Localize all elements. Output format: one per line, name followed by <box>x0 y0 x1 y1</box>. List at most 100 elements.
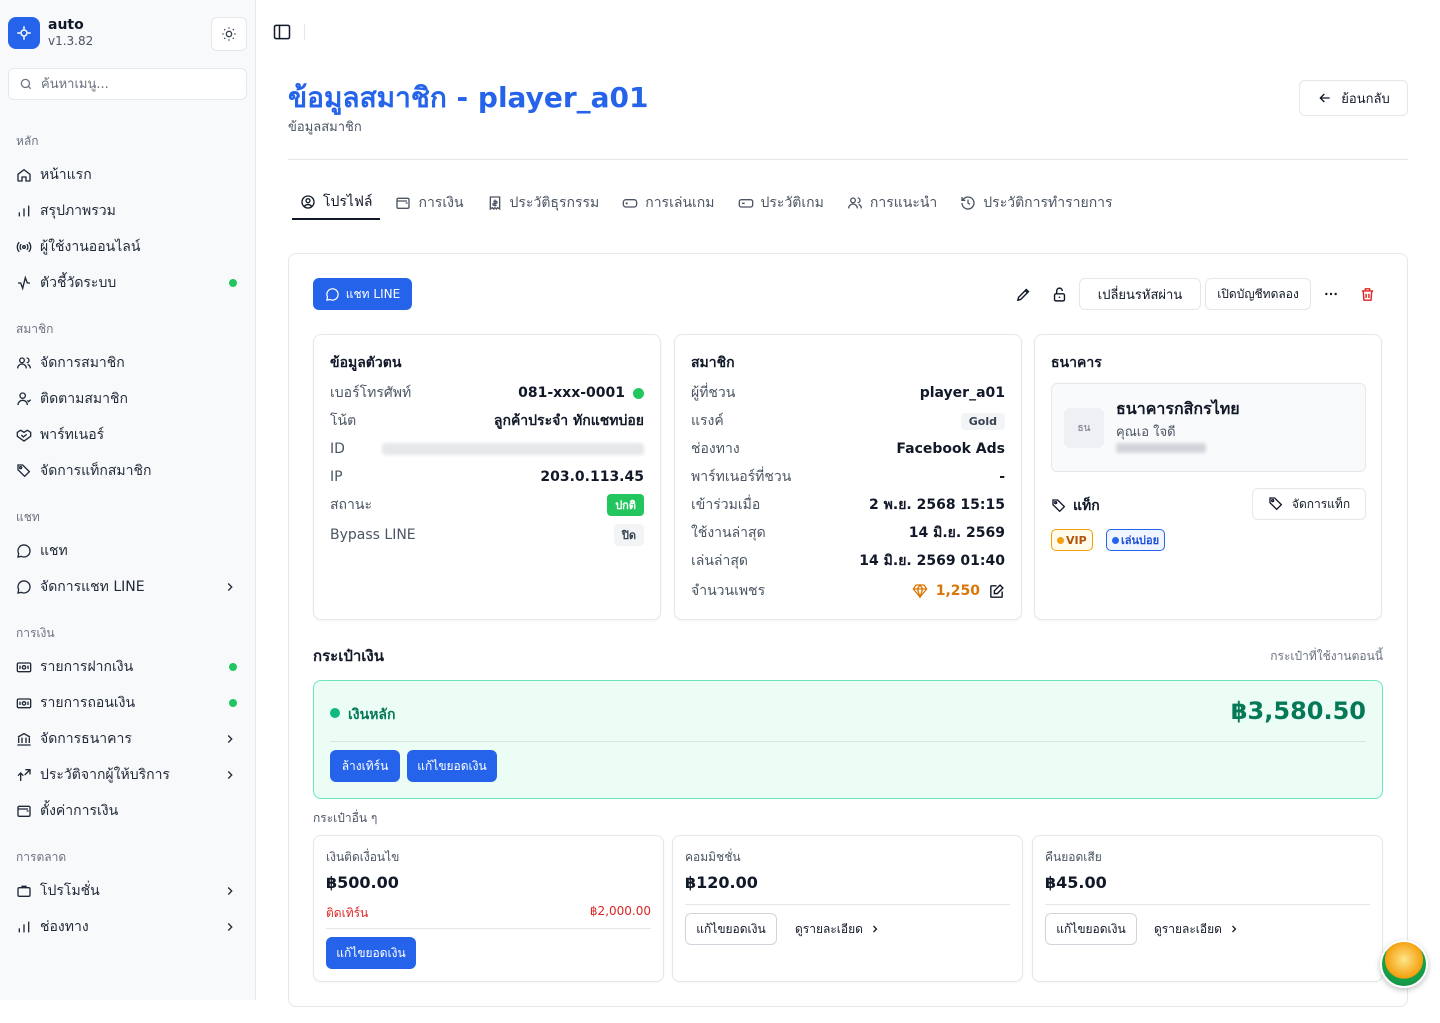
chat-line-label: แชท LINE <box>345 286 401 301</box>
row-key: โน้ต <box>330 413 357 429</box>
online-status-dot <box>633 387 644 399</box>
commission-wallet-amount: ฿120.00 <box>685 873 758 892</box>
sidebar-item-promotions[interactable]: โปรโมชั่น <box>8 875 247 907</box>
cashback-details-link[interactable]: ดูรายละเอียด <box>1154 913 1240 945</box>
sidebar-item-system-metrics[interactable]: ตัวชี้วัดระบบ <box>8 267 247 299</box>
sidebar-item-label: สรุปภาพรวม <box>40 203 116 219</box>
sidebar-toggle-icon[interactable] <box>272 22 292 42</box>
sidebar-item-member-tags[interactable]: จัดการแท็กสมาชิก <box>8 455 247 487</box>
sidebar-item-label: ตัวชี้วัดระบบ <box>40 275 117 291</box>
unlock-icon <box>1051 286 1068 303</box>
channel-value: Facebook Ads <box>896 441 1005 457</box>
tab-gameplay[interactable]: การเล่นเกม <box>614 186 722 220</box>
status-dot <box>229 699 237 707</box>
joined-value: 2 พ.ย. 2568 15:15 <box>869 497 1005 513</box>
tab-activity-history[interactable]: ประวัติการทำรายการ <box>952 186 1120 220</box>
sidebar-item-online-users[interactable]: ผู้ใช้งานออนไลน์ <box>8 231 247 263</box>
sidebar-item-partners[interactable]: พาร์ทเนอร์ <box>8 419 247 451</box>
sidebar-item-line-chat[interactable]: จัดการแชท LINE <box>8 571 247 603</box>
row-key: Bypass LINE <box>330 527 416 543</box>
tag-chip-frequent[interactable]: เล่นบ่อย <box>1106 529 1166 551</box>
referrer-link[interactable]: player_a01 <box>920 385 1005 401</box>
sidebar-item-chat[interactable]: แชท <box>8 535 247 567</box>
clear-turnover-button[interactable]: ล้างเทิร์น <box>330 750 400 782</box>
open-trial-account-button[interactable]: เปิดบัญชีทดลอง <box>1205 278 1311 310</box>
note-value: ลูกค้าประจำ ทักแชทบ่อย <box>493 413 644 429</box>
sun-icon <box>221 26 237 42</box>
change-password-button[interactable]: เปลี่ยนรหัสผ่าน <box>1079 278 1201 310</box>
edit-button[interactable] <box>1011 282 1035 306</box>
tab-transactions[interactable]: ประวัติธุรกรรม <box>479 186 608 220</box>
sidebar-item-label: หน้าแรก <box>40 167 92 183</box>
delete-button[interactable] <box>1355 282 1379 306</box>
support-chat-avatar[interactable] <box>1380 940 1428 988</box>
manage-tags-button[interactable]: จัดการแท็ก <box>1252 488 1366 520</box>
edit-bonus-balance-button[interactable]: แก้ไขยอดเงิน <box>326 937 416 969</box>
identity-row-ip: IP 203.0.113.45 <box>330 466 644 488</box>
row-key: ผู้ที่ชวน <box>691 385 736 401</box>
more-button[interactable] <box>1319 282 1343 306</box>
broadcast-icon <box>16 239 32 255</box>
activity-icon <box>16 275 32 291</box>
edit-main-balance-button[interactable]: แก้ไขยอดเงิน <box>407 750 497 782</box>
chevron-right-icon <box>223 920 237 934</box>
tab-label: การเล่นเกม <box>645 195 715 211</box>
member-row-referrer: ผู้ที่ชวน player_a01 <box>691 382 1005 404</box>
identity-row-id: ID <box>330 438 644 460</box>
brand[interactable]: auto v1.3.82 <box>8 17 93 49</box>
cashback-wallet-amount: ฿45.00 <box>1045 873 1107 892</box>
sidebar-item-label: ประวัติจากผู้ให้บริการ <box>40 767 170 783</box>
identity-title: ข้อมูลตัวตน <box>330 355 402 371</box>
member-row-partner: พาร์ทเนอร์ที่ชวน - <box>691 466 1005 488</box>
tab-referrals[interactable]: การแนะนำ <box>839 186 945 220</box>
sidebar-item-track-members[interactable]: ติดตามสมาชิก <box>8 383 247 415</box>
chat-icon <box>16 579 32 595</box>
nav-group-main: หลัก <box>16 134 39 148</box>
tab-game-history[interactable]: ประวัติเกม <box>730 186 832 220</box>
tag-icon <box>16 463 32 479</box>
edit-commission-balance-button[interactable]: แก้ไขยอดเงิน <box>685 913 777 945</box>
edit-cashback-balance-button[interactable]: แก้ไขยอดเงิน <box>1045 913 1137 945</box>
row-key: เบอร์โทรศัพท์ <box>330 385 412 401</box>
tab-finance[interactable]: การเงิน <box>387 186 471 220</box>
theme-toggle-button[interactable] <box>211 17 247 51</box>
search-input[interactable] <box>41 76 231 92</box>
sidebar-item-overview[interactable]: สรุปภาพรวม <box>8 195 247 227</box>
sidebar-item-label: จัดการแท็กสมาชิก <box>40 463 152 479</box>
sidebar-item-home[interactable]: หน้าแรก <box>8 159 247 191</box>
ip-value: 203.0.113.45 <box>540 469 644 485</box>
sidebar-item-deposits[interactable]: รายการฝากเงิน <box>8 651 247 683</box>
gamepad-icon <box>622 195 638 211</box>
bonus-wallet-label: เงินติดเงื่อนไข <box>326 850 400 864</box>
row-key: ช่องทาง <box>691 441 740 457</box>
partner-value: - <box>999 469 1005 485</box>
sidebar-item-finance-settings[interactable]: ตั้งค่าการเงิน <box>8 795 247 827</box>
search-icon <box>19 77 33 91</box>
edit-diamonds-button[interactable] <box>988 583 1005 600</box>
tab-label: การแนะนำ <box>869 195 938 211</box>
wallet-hint: กระเป๋าที่ใช้งานตอนนี้ <box>1270 649 1383 663</box>
divider <box>288 159 1408 160</box>
deposit-icon <box>16 659 32 675</box>
sidebar-item-label: รายการฝากเงิน <box>40 659 134 675</box>
sidebar-item-withdrawals[interactable]: รายการถอนเงิน <box>8 687 247 719</box>
chat-line-button[interactable]: แชท LINE <box>313 278 412 310</box>
tab-profile[interactable]: โปรไฟล์ <box>292 186 381 220</box>
sidebar: auto v1.3.82 หลัก หน้าแรก สรุปภาพรวม ผู้… <box>0 0 256 1000</box>
row-key: เล่นล่าสุด <box>691 553 749 569</box>
bonus-wallet-card: เงินติดเงื่อนไข ฿500.00 ติดเทิร์น ฿2,000… <box>313 835 664 982</box>
tag-chip-vip[interactable]: VIP <box>1051 529 1093 551</box>
identity-row-bypass-line: Bypass LINE ปิด <box>330 524 644 546</box>
rank-badge: Gold <box>960 412 1005 430</box>
bank-icon <box>16 731 32 747</box>
commission-details-link[interactable]: ดูรายละเอียด <box>795 913 881 945</box>
sidebar-item-label: พาร์ทเนอร์ <box>40 427 105 443</box>
sidebar-item-channels[interactable]: ช่องทาง <box>8 911 247 943</box>
sidebar-item-banks[interactable]: จัดการธนาคาร <box>8 723 247 755</box>
bank-logo: ธน <box>1064 408 1104 448</box>
sidebar-item-manage-members[interactable]: จัดการสมาชิก <box>8 347 247 379</box>
unlock-button[interactable] <box>1047 282 1071 306</box>
menu-search[interactable] <box>8 68 247 100</box>
sidebar-item-provider-history[interactable]: ประวัติจากผู้ให้บริการ <box>8 759 247 791</box>
back-button[interactable]: ย้อนกลับ <box>1299 80 1408 116</box>
